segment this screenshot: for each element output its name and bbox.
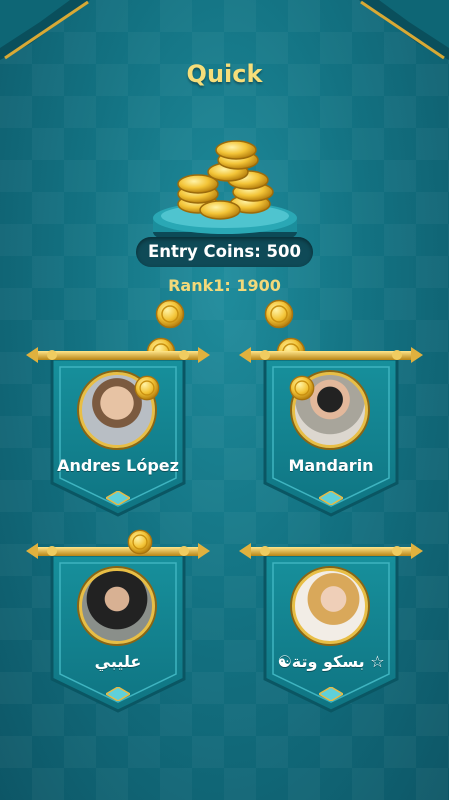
player-name: Andres López [57, 456, 179, 475]
player-card-4[interactable]: ☯بسكو وتة ☆ [239, 541, 423, 716]
coin-icon [155, 299, 185, 329]
player-card-2[interactable]: Mandarin [239, 345, 423, 520]
entry-coins-label: Entry Coins: 500 [136, 237, 313, 267]
coin-badge-icon [289, 375, 315, 401]
player-card-3[interactable]: عليبي [26, 541, 210, 716]
rank-reward-label: Rank1: 1900 [168, 276, 281, 295]
curtain-left-decoration [0, 0, 90, 60]
player-card-1[interactable]: Andres López [26, 345, 210, 520]
coin-badge-icon [134, 375, 160, 401]
player-name: ☯بسكو وتة ☆ [277, 652, 385, 671]
coin-icon [264, 299, 294, 329]
player-name: Mandarin [288, 456, 374, 475]
coin-icon [127, 529, 153, 555]
curtain-right-decoration [359, 0, 449, 60]
player-name: عليبي [94, 652, 142, 671]
avatar [79, 568, 155, 644]
gem-icon [106, 687, 130, 701]
mode-title: Quick [186, 60, 263, 88]
avatar [292, 568, 368, 644]
coin-pile-icon [153, 140, 297, 248]
gem-icon [319, 687, 343, 701]
gem-icon [106, 491, 130, 505]
gem-icon [319, 491, 343, 505]
